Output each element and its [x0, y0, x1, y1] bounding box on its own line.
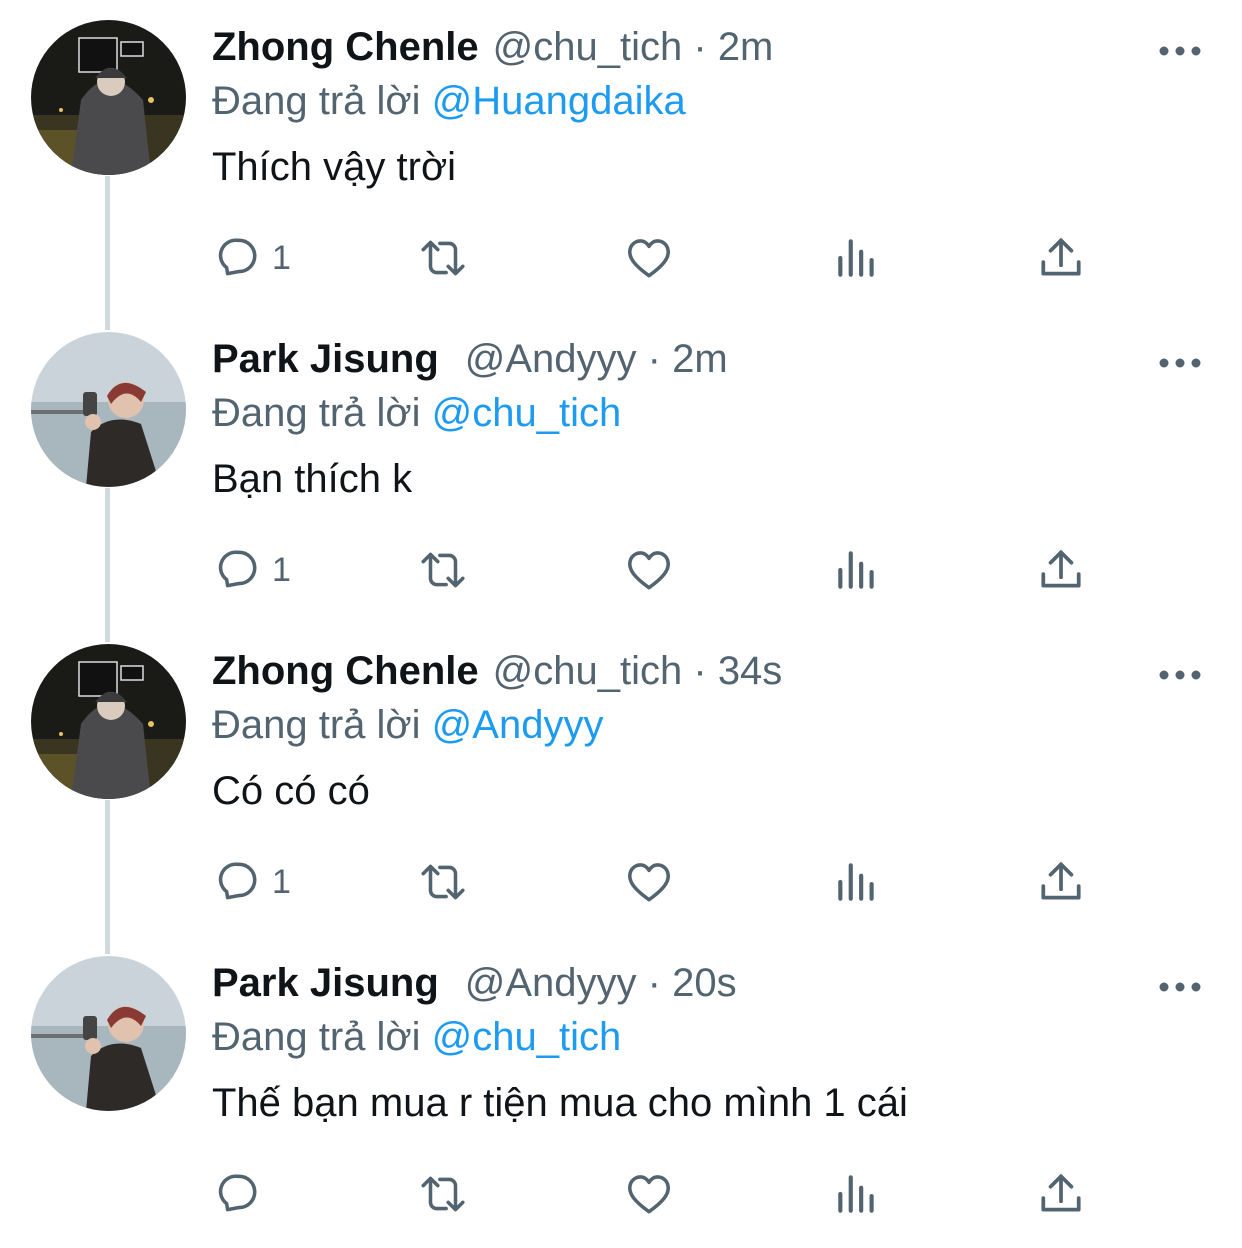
tweet[interactable]: Zhong Chenle @chu_tich · 2m Đang trả lời …: [0, 0, 1242, 312]
user-handle[interactable]: @Andyyy: [465, 961, 637, 1005]
reply-button[interactable]: 1: [212, 542, 291, 598]
avatar[interactable]: [31, 644, 186, 799]
tweet-header: Park Jisung @Andyyy · 2m: [212, 334, 728, 384]
like-icon: [628, 1175, 670, 1214]
user-handle[interactable]: @chu_tich: [493, 25, 683, 69]
views-button[interactable]: [832, 854, 882, 910]
like-button[interactable]: [624, 542, 674, 598]
separator-dot: ·: [647, 961, 661, 1005]
tweet[interactable]: Park Jisung @Andyyy · 2m Đang trả lời @ch…: [0, 312, 1242, 624]
reply-count: 1: [272, 862, 291, 901]
replying-to: Đang trả lời @Huangdaika: [212, 76, 686, 126]
like-button[interactable]: [624, 230, 674, 286]
avatar[interactable]: [31, 20, 186, 175]
action-bar: [0, 1166, 1242, 1226]
reply-button[interactable]: 1: [212, 854, 291, 910]
share-button[interactable]: [1036, 542, 1086, 598]
tweet-text: Có có có: [212, 769, 370, 813]
tweet-header: Zhong Chenle @chu_tich · 34s: [212, 646, 782, 696]
views-icon: [838, 1175, 874, 1213]
reply-icon: [218, 862, 257, 900]
like-icon: [628, 863, 670, 902]
retweet-icon: [421, 864, 465, 900]
reply-button[interactable]: 1: [212, 230, 291, 286]
user-handle[interactable]: @chu_tich: [493, 649, 683, 693]
views-icon: [838, 863, 874, 901]
retweet-button[interactable]: [418, 1166, 468, 1222]
share-button[interactable]: [1036, 230, 1086, 286]
action-bar: 1: [0, 230, 1242, 290]
more-icon[interactable]: [1158, 44, 1202, 56]
separator-dot: ·: [693, 25, 707, 69]
reply-icon: [218, 550, 257, 588]
replying-to: Đang trả lời @Andyyy: [212, 700, 603, 750]
share-icon: [1041, 862, 1081, 900]
separator-dot: ·: [647, 337, 661, 381]
reply-count: 1: [272, 238, 291, 277]
reply-prefix: Đang trả lời: [212, 1015, 421, 1059]
timestamp[interactable]: 2m: [672, 337, 728, 381]
views-icon: [838, 239, 874, 277]
tweet-header: Park Jisung @Andyyy · 20s: [212, 958, 737, 1008]
views-button[interactable]: [832, 1166, 882, 1222]
timestamp[interactable]: 20s: [672, 961, 737, 1005]
tweet-header: Zhong Chenle @chu_tich · 2m: [212, 22, 773, 72]
retweet-button[interactable]: [418, 854, 468, 910]
views-button[interactable]: [832, 230, 882, 286]
mention-link[interactable]: @chu_tich: [432, 391, 622, 435]
mention-link[interactable]: @chu_tich: [432, 1015, 622, 1059]
more-icon[interactable]: [1158, 356, 1202, 368]
tweet-text: Bạn thích k: [212, 457, 413, 501]
replying-to: Đang trả lời @chu_tich: [212, 388, 621, 438]
share-icon: [1041, 550, 1081, 588]
action-bar: 1: [0, 854, 1242, 914]
tweet[interactable]: Park Jisung @Andyyy · 20s Đang trả lời @c…: [0, 936, 1242, 1248]
more-icon[interactable]: [1158, 668, 1202, 680]
reply-icon: [218, 1174, 257, 1212]
timestamp[interactable]: 2m: [718, 25, 774, 69]
retweet-icon: [421, 552, 465, 588]
action-bar: 1: [0, 542, 1242, 602]
replying-to: Đang trả lời @chu_tich: [212, 1012, 621, 1062]
timestamp[interactable]: 34s: [718, 649, 783, 693]
avatar[interactable]: [31, 332, 186, 487]
retweet-icon: [421, 240, 465, 276]
reply-count: 1: [272, 550, 291, 589]
views-icon: [838, 551, 874, 589]
user-handle[interactable]: @Andyyy: [465, 337, 637, 381]
like-button[interactable]: [624, 854, 674, 910]
tweet-text: Thích vậy trời: [212, 145, 457, 189]
reply-prefix: Đang trả lời: [212, 79, 421, 123]
display-name[interactable]: Zhong Chenle: [212, 649, 479, 693]
reply-icon: [218, 238, 257, 276]
share-icon: [1041, 1174, 1081, 1212]
reply-button[interactable]: [212, 1166, 272, 1222]
display-name[interactable]: Park Jisung: [212, 337, 439, 381]
tweet[interactable]: Zhong Chenle @chu_tich · 34s Đang trả lời…: [0, 624, 1242, 936]
views-button[interactable]: [832, 542, 882, 598]
retweet-button[interactable]: [418, 542, 468, 598]
retweet-icon: [421, 1176, 465, 1212]
mention-link[interactable]: @Huangdaika: [432, 79, 686, 123]
share-icon: [1041, 238, 1081, 276]
display-name[interactable]: Park Jisung: [212, 961, 439, 1005]
avatar[interactable]: [31, 956, 186, 1111]
mention-link[interactable]: @Andyyy: [432, 703, 604, 747]
like-icon: [628, 551, 670, 590]
tweet-text: Thế bạn mua r tiện mua cho mình 1 cái: [212, 1081, 908, 1125]
reply-prefix: Đang trả lời: [212, 391, 421, 435]
like-icon: [628, 239, 670, 278]
display-name[interactable]: Zhong Chenle: [212, 25, 479, 69]
like-button[interactable]: [624, 1166, 674, 1222]
separator-dot: ·: [693, 649, 707, 693]
share-button[interactable]: [1036, 1166, 1086, 1222]
share-button[interactable]: [1036, 854, 1086, 910]
more-icon[interactable]: [1158, 980, 1202, 992]
retweet-button[interactable]: [418, 230, 468, 286]
reply-prefix: Đang trả lời: [212, 703, 421, 747]
